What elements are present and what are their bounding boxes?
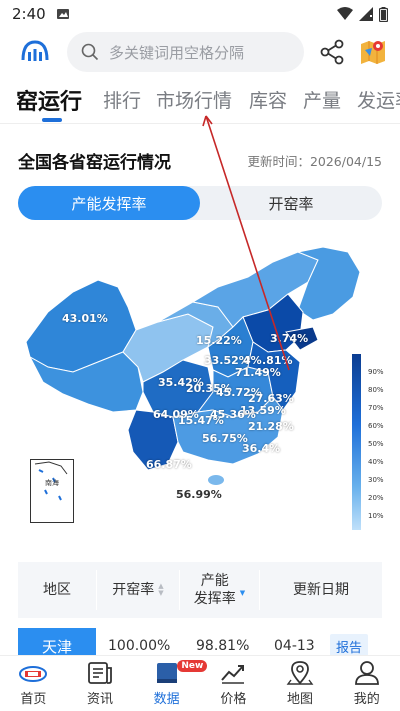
south-sea-inset-map: 南海 (30, 459, 74, 523)
legend-gradient-bar (352, 354, 361, 530)
nav-news-label: 资讯 (87, 692, 114, 707)
map-label: 56.75% (202, 432, 248, 445)
search-input[interactable]: 多关键词用空格分隔 (67, 32, 304, 72)
map-label: 36.4% (242, 442, 281, 455)
map-label: 66.87% (146, 458, 192, 471)
legend-tick: 70% (368, 404, 384, 412)
nav-price[interactable]: 价格 (200, 656, 267, 711)
map-label: 21.28% (248, 420, 294, 433)
tab-market[interactable]: 市场行情 (156, 86, 232, 113)
toggle-open-rate[interactable]: 开窑率 (200, 186, 382, 220)
signal-icon (359, 7, 373, 21)
nav-profile[interactable]: 我的 (333, 656, 400, 711)
sort-icon: ▲ ▼ (158, 582, 164, 597)
nav-home[interactable]: 首页 (0, 656, 67, 711)
nav-profile-label: 我的 (353, 692, 380, 707)
nav-news[interactable]: 资讯 (67, 656, 134, 711)
nav-data-label: 数据 (153, 692, 180, 707)
battery-icon (379, 6, 388, 22)
header-open-rate-label: 开窑率 (112, 582, 155, 598)
tab-storage[interactable]: 库容 (249, 86, 287, 113)
category-tabs: 窑运行 排行 市场行情 库容 产量 发运率 (0, 80, 400, 124)
legend-tick: 40% (368, 458, 384, 466)
inset-label: 南海 (45, 479, 59, 487)
newspaper-icon (88, 662, 112, 684)
nav-map-label: 地图 (287, 692, 314, 707)
tab-shipment[interactable]: 发运率 (357, 86, 400, 113)
top-bar: 多关键词用空格分隔 (0, 30, 400, 74)
metric-toggle: 产能发挥率 开窑率 (18, 186, 382, 220)
header-update-date-label: 更新日期 (293, 582, 349, 598)
tab-output[interactable]: 产量 (303, 86, 341, 113)
header-capacity-line1: 产能 (200, 573, 229, 589)
gallery-notification-icon (56, 9, 69, 19)
legend-tick: 80% (368, 386, 384, 394)
header-update-date[interactable]: 更新日期 (260, 562, 382, 618)
share-icon[interactable] (318, 38, 346, 66)
map-label: 15.22% (196, 334, 242, 347)
legend-tick: 20% (368, 494, 384, 502)
headset-logo-icon[interactable] (20, 38, 50, 66)
nav-price-label: 价格 (220, 692, 247, 707)
active-tab-indicator (42, 118, 62, 122)
home-logo-icon (19, 666, 48, 682)
header-region[interactable]: 地区 (18, 562, 96, 618)
update-time: 更新时间：2026/04/15 (247, 154, 382, 169)
search-placeholder: 多关键词用空格分隔 (109, 43, 245, 62)
status-time: 2:40 (12, 5, 46, 23)
header-region-label: 地区 (43, 582, 71, 598)
china-province-map: 43.01% 15.22% 33.52% 4% .81% 3.74% 71.49… (18, 232, 384, 532)
header-capacity-rate[interactable]: 产能 发挥率 ▼ (180, 562, 259, 618)
legend-tick: 10% (368, 512, 384, 520)
legend-tick: 50% (368, 440, 384, 448)
search-icon (81, 43, 99, 61)
tab-kiln-operation[interactable]: 窑运行 (16, 84, 82, 116)
nav-home-label: 首页 (20, 692, 47, 707)
table-header: 地区 开窑率 ▲ ▼ 产能 发挥率 ▼ 更新日期 (18, 562, 382, 618)
status-bar: 2:40 (0, 0, 400, 28)
legend-tick: 60% (368, 422, 384, 430)
sort-active-icon: ▼ (239, 589, 246, 597)
header-open-rate[interactable]: 开窑率 ▲ ▼ (97, 562, 179, 618)
map-pin-icon[interactable] (358, 36, 388, 66)
tab-ranking[interactable]: 排行 (103, 86, 141, 113)
section-title: 全国各省窑运行情况 (18, 153, 171, 173)
user-profile-icon (354, 661, 379, 685)
location-pin-icon (286, 661, 314, 685)
legend-tick: 30% (368, 476, 384, 484)
map-label: 3.74% (270, 332, 309, 345)
map-label: 43.01% (62, 312, 108, 325)
map-label: 56.99% (176, 488, 222, 501)
trend-chart-icon (221, 665, 245, 684)
wifi-icon (337, 7, 353, 20)
nav-map[interactable]: 地图 (267, 656, 334, 711)
toggle-capacity-rate[interactable]: 产能发挥率 (18, 186, 200, 220)
bottom-navigation: 首页 资讯 New 数据 价格 地图 我的 (0, 655, 400, 711)
nav-data[interactable]: New 数据 (133, 656, 208, 711)
province-region-hainan (208, 475, 224, 485)
legend-tick: 90% (368, 368, 384, 376)
map-label: 71.49% (235, 366, 281, 379)
header-capacity-line2: 发挥率 (193, 591, 236, 607)
header-capacity-label: 产能 发挥率 (194, 572, 236, 608)
